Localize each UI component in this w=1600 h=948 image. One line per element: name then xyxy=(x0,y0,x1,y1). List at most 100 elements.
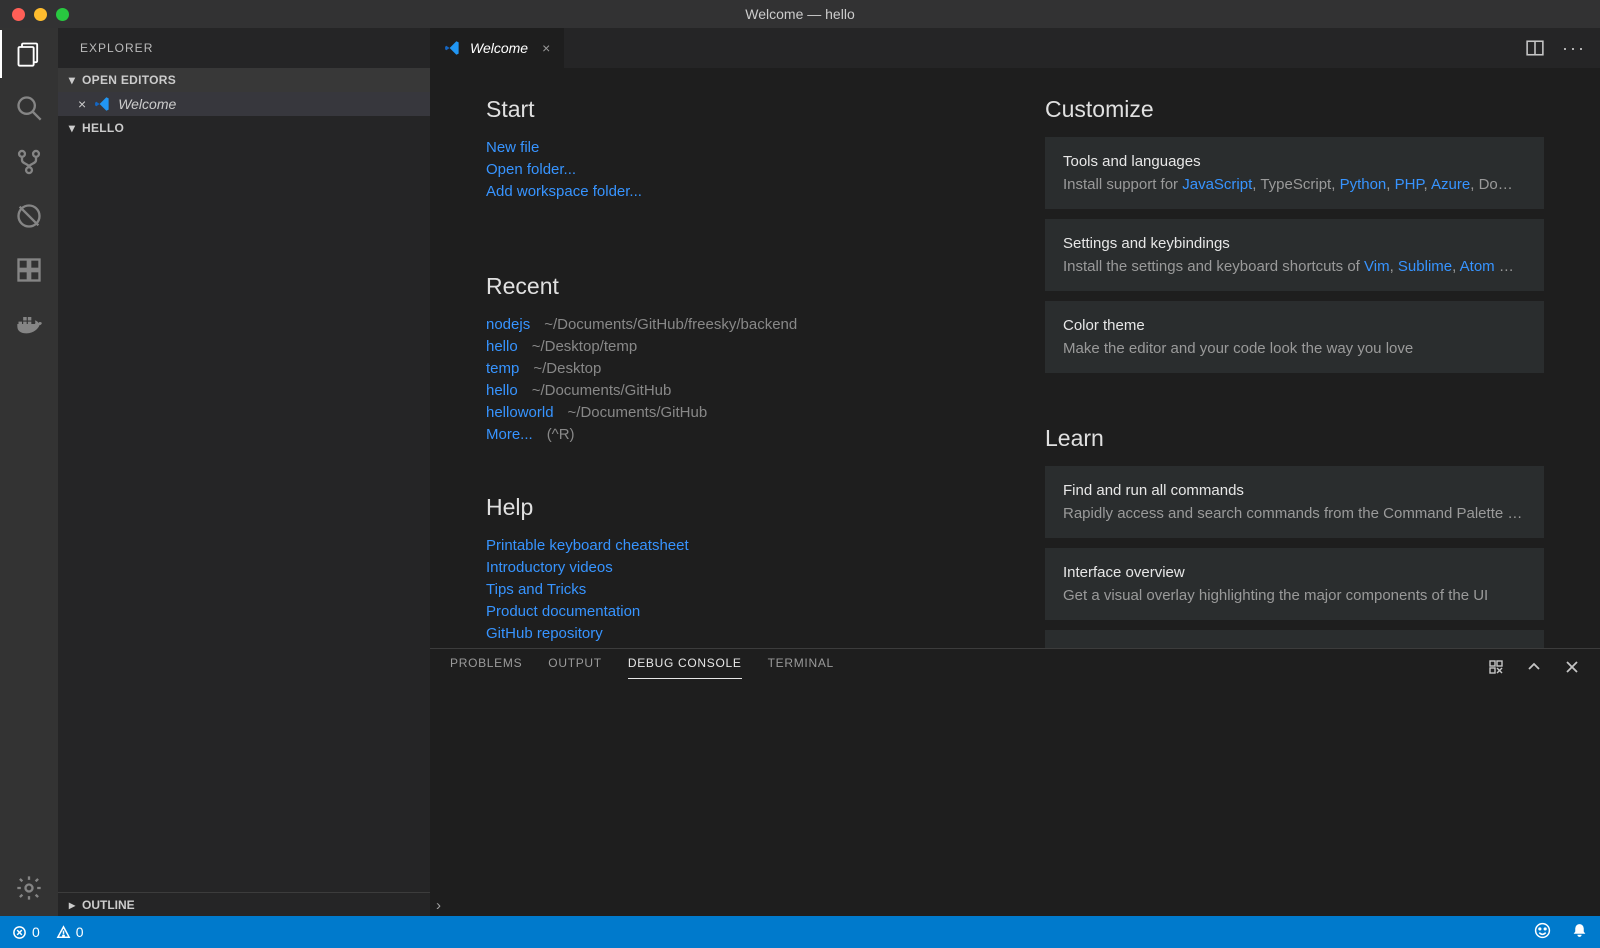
open-editors-header[interactable]: ▾ OPEN EDITORS xyxy=(58,68,430,92)
bottom-panel: PROBLEMS OUTPUT DEBUG CONSOLE TERMINAL xyxy=(430,648,1600,894)
editor-actions: ··· xyxy=(1526,28,1600,68)
recent-path: ~/Desktop/temp xyxy=(532,336,637,358)
card-subtitle: Install the settings and keyboard shortc… xyxy=(1063,258,1526,275)
title-bar: Welcome — hello xyxy=(0,0,1600,28)
window-controls xyxy=(12,8,69,21)
recent-item[interactable]: helloworld ~/Documents/GitHub xyxy=(486,402,985,424)
recent-item[interactable]: hello ~/Desktop/temp xyxy=(486,336,985,358)
recent-path: ~/Documents/GitHub/freesky/backend xyxy=(544,314,797,336)
start-links: New file Open folder... Add workspace fo… xyxy=(486,137,985,203)
feedback-icon[interactable] xyxy=(1534,922,1551,942)
outline-header[interactable]: ▸ OUTLINE xyxy=(58,892,430,916)
card-title: Settings and keybindings xyxy=(1063,235,1526,252)
minimize-window-icon[interactable] xyxy=(34,8,47,21)
vscode-file-icon xyxy=(444,39,462,57)
chevron-down-icon: ▾ xyxy=(66,73,78,87)
settings-icon[interactable] xyxy=(15,874,43,902)
status-errors[interactable]: 0 xyxy=(12,924,40,940)
help-link[interactable]: Introductory videos xyxy=(486,557,985,579)
welcome-page: Start New file Open folder... Add worksp… xyxy=(430,68,1600,648)
side-bar-title: EXPLORER xyxy=(58,28,430,68)
recent-path: ~/Documents/GitHub xyxy=(532,380,672,402)
chevron-down-icon: ▾ xyxy=(66,121,78,135)
explorer-icon[interactable] xyxy=(15,40,43,68)
status-bar: 0 0 xyxy=(0,916,1600,948)
chevron-right-icon: ▸ xyxy=(66,898,78,912)
lang-link[interactable]: JavaScript xyxy=(1182,176,1252,193)
learn-card-commands[interactable]: Find and run all commands Rapidly access… xyxy=(1045,466,1544,538)
recent-link[interactable]: nodejs xyxy=(486,314,530,336)
lang-link[interactable]: PHP xyxy=(1395,176,1424,193)
section-label: OUTLINE xyxy=(82,898,135,912)
search-icon[interactable] xyxy=(15,94,43,122)
clear-console-icon[interactable] xyxy=(1488,659,1504,675)
learn-card-playground[interactable]: Interactive playground xyxy=(1045,630,1544,648)
new-file-link[interactable]: New file xyxy=(486,137,985,159)
open-folder-link[interactable]: Open folder... xyxy=(486,159,985,181)
card-title: Color theme xyxy=(1063,317,1526,334)
maximize-panel-icon[interactable] xyxy=(1526,659,1542,675)
help-link[interactable]: Product documentation xyxy=(486,601,985,623)
more-actions-icon[interactable]: ··· xyxy=(1562,39,1586,57)
recent-path: ~/Documents/GitHub xyxy=(568,402,708,424)
warnings-count: 0 xyxy=(76,924,84,940)
breadcrumb[interactable]: › xyxy=(430,894,1600,916)
card-subtitle: Get a visual overlay highlighting the ma… xyxy=(1063,587,1526,604)
close-panel-icon[interactable] xyxy=(1564,659,1580,675)
keymap-link[interactable]: Atom xyxy=(1460,258,1495,275)
recent-more-link[interactable]: More... xyxy=(486,424,533,446)
recent-link[interactable]: hello xyxy=(486,336,518,358)
recent-link[interactable]: hello xyxy=(486,380,518,402)
close-window-icon[interactable] xyxy=(12,8,25,21)
customize-card-keybindings[interactable]: Settings and keybindings Install the set… xyxy=(1045,219,1544,291)
panel-tab-problems[interactable]: PROBLEMS xyxy=(450,656,522,678)
editor-area: Welcome × ··· Start New file Open folder… xyxy=(430,28,1600,916)
activity-bar xyxy=(0,28,58,916)
close-icon[interactable]: × xyxy=(542,40,550,56)
debug-icon[interactable] xyxy=(15,202,43,230)
help-link[interactable]: Tips and Tricks xyxy=(486,579,985,601)
lang-link[interactable]: Azure xyxy=(1431,176,1470,193)
editor-tabs: Welcome × ··· xyxy=(430,28,1600,68)
source-control-icon[interactable] xyxy=(15,148,43,176)
help-link[interactable]: Printable keyboard cheatsheet xyxy=(486,535,985,557)
tab-label: Welcome xyxy=(470,40,528,56)
vscode-file-icon xyxy=(94,95,112,113)
extensions-icon[interactable] xyxy=(15,256,43,284)
panel-tab-output[interactable]: OUTPUT xyxy=(548,656,602,678)
help-link[interactable]: GitHub repository xyxy=(486,623,985,645)
recent-more-hint: (^R) xyxy=(547,424,575,446)
notifications-icon[interactable] xyxy=(1571,922,1588,942)
recent-item[interactable]: hello ~/Documents/GitHub xyxy=(486,380,985,402)
tab-welcome[interactable]: Welcome × xyxy=(430,28,565,68)
card-subtitle: Rapidly access and search commands from … xyxy=(1063,505,1526,522)
help-heading: Help xyxy=(486,494,985,521)
customize-card-theme[interactable]: Color theme Make the editor and your cod… xyxy=(1045,301,1544,373)
recent-item[interactable]: nodejs ~/Documents/GitHub/freesky/backend xyxy=(486,314,985,336)
recent-link[interactable]: temp xyxy=(486,358,519,380)
customize-card-tools[interactable]: Tools and languages Install support for … xyxy=(1045,137,1544,209)
keymap-link[interactable]: Sublime xyxy=(1398,258,1452,275)
docker-icon[interactable] xyxy=(15,310,43,338)
card-title: Find and run all commands xyxy=(1063,482,1526,499)
recent-heading: Recent xyxy=(486,273,985,300)
lang-link[interactable]: Python xyxy=(1340,176,1387,193)
panel-tabs: PROBLEMS OUTPUT DEBUG CONSOLE TERMINAL xyxy=(430,649,1600,685)
side-bar: EXPLORER ▾ OPEN EDITORS × Welcome ▾ HELL… xyxy=(58,28,430,916)
add-workspace-folder-link[interactable]: Add workspace folder... xyxy=(486,181,985,203)
recent-link[interactable]: helloworld xyxy=(486,402,554,424)
recent-item[interactable]: temp ~/Desktop xyxy=(486,358,985,380)
folder-header[interactable]: ▾ HELLO xyxy=(58,116,430,140)
chevron-right-icon: › xyxy=(436,897,441,914)
open-editor-item[interactable]: × Welcome xyxy=(58,92,430,116)
split-editor-icon[interactable] xyxy=(1526,39,1544,57)
learn-card-overview[interactable]: Interface overview Get a visual overlay … xyxy=(1045,548,1544,620)
status-warnings[interactable]: 0 xyxy=(56,924,84,940)
panel-tab-terminal[interactable]: TERMINAL xyxy=(768,656,834,678)
card-title: Tools and languages xyxy=(1063,153,1526,170)
maximize-window-icon[interactable] xyxy=(56,8,69,21)
recent-path: ~/Desktop xyxy=(533,358,601,380)
keymap-link[interactable]: Vim xyxy=(1364,258,1390,275)
panel-tab-debug-console[interactable]: DEBUG CONSOLE xyxy=(628,656,742,679)
close-icon[interactable]: × xyxy=(78,96,86,112)
